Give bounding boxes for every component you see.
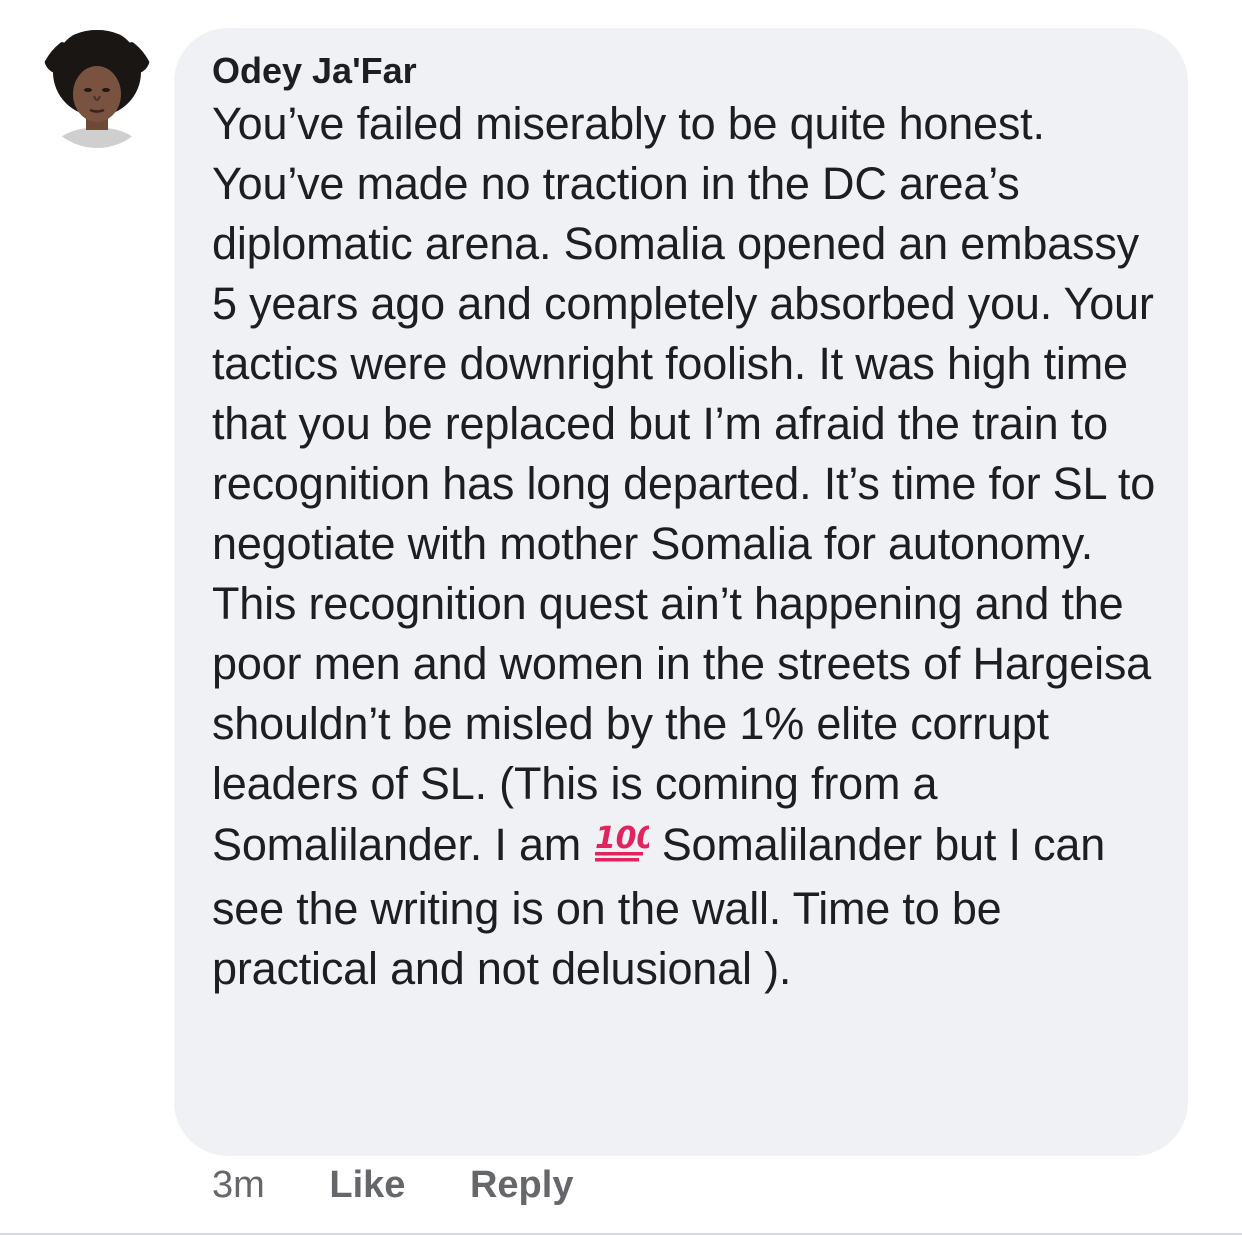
avatar[interactable] <box>38 30 156 148</box>
like-button[interactable]: Like <box>329 1162 405 1208</box>
svg-text:100: 100 <box>595 821 649 856</box>
comment-author[interactable]: Odey Ja'Far <box>212 48 1158 94</box>
avatar-photo <box>38 30 156 148</box>
comment-actions: 3m Like Reply <box>212 1162 573 1208</box>
comment-text-part1: You’ve failed miserably to be quite hone… <box>212 98 1156 870</box>
comment-bubble: Odey Ja'Far You’ve failed miserably to b… <box>174 28 1188 1156</box>
hundred-points-icon: 100 <box>593 814 658 879</box>
reply-button[interactable]: Reply <box>470 1162 573 1208</box>
comment-text: You’ve failed miserably to be quite hone… <box>212 94 1158 999</box>
comment-timestamp[interactable]: 3m <box>212 1162 265 1208</box>
